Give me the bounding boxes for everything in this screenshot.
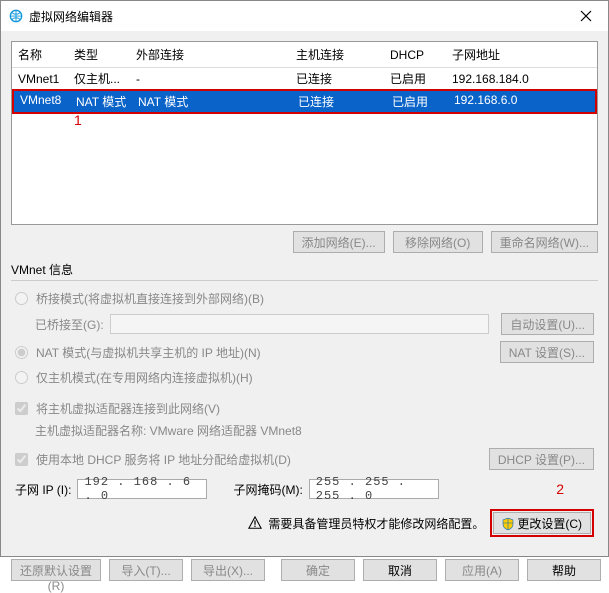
vmnet-info-title: VMnet 信息: [11, 261, 598, 278]
nat-radio[interactable]: [15, 346, 28, 359]
cell-ext: -: [130, 68, 290, 90]
vmnet-info-group: 桥接模式(将虚拟机直接连接到外部网络)(B) 已桥接至(G): 自动设置(U).…: [11, 280, 598, 505]
remove-network-button[interactable]: 移除网络(O): [393, 231, 483, 253]
table-header-row: 名称 类型 外部连接 主机连接 DHCP 子网地址: [12, 42, 597, 68]
cell-host: 已连接: [290, 68, 384, 90]
cell-subnet: 192.168.184.0: [446, 68, 597, 90]
dhcp-settings-button[interactable]: DHCP 设置(P)...: [489, 448, 594, 470]
connect-host-checkbox[interactable]: [15, 402, 28, 415]
annotation-box-2: 更改设置(C): [490, 509, 594, 537]
bridged-radio[interactable]: [15, 292, 28, 305]
annotation-1: 1: [74, 112, 82, 128]
close-button[interactable]: [564, 1, 608, 31]
cell-dhcp: 已启用: [386, 93, 448, 110]
cell-host: 已连接: [292, 93, 386, 110]
cancel-button[interactable]: 取消: [363, 559, 437, 581]
ok-button[interactable]: 确定: [281, 559, 355, 581]
bridged-to-select[interactable]: [110, 314, 490, 334]
annotation-2: 2: [556, 481, 564, 497]
bridged-label: 桥接模式(将虚拟机直接连接到外部网络)(B): [36, 290, 264, 307]
cell-name: VMnet1: [12, 68, 68, 90]
bridged-to-label: 已桥接至(G):: [35, 316, 104, 333]
cell-subnet: 192.168.6.0: [448, 93, 523, 110]
cell-ext: NAT 模式: [132, 93, 292, 110]
warning-icon: [248, 516, 262, 530]
use-dhcp-row: 使用本地 DHCP 服务将 IP 地址分配给虚拟机(D) DHCP 设置(P).…: [11, 445, 598, 473]
subnet-row: 子网 IP (I): 192 . 168 . 6 . 0 子网掩码(M): 25…: [11, 473, 598, 505]
hostonly-radio-row: 仅主机模式(在专用网络内连接虚拟机)(H): [11, 366, 598, 389]
cell-dhcp: 已启用: [384, 68, 446, 90]
subnet-mask-input[interactable]: 255 . 255 . 255 . 0: [309, 479, 439, 499]
col-name[interactable]: 名称: [12, 42, 68, 68]
bottom-button-row: 还原默认设置(R) 导入(T)... 导出(X)... 确定 取消 应用(A) …: [1, 553, 608, 591]
restore-defaults-button[interactable]: 还原默认设置(R): [11, 559, 101, 581]
col-dhcp[interactable]: DHCP: [384, 42, 446, 68]
use-dhcp-label: 使用本地 DHCP 服务将 IP 地址分配给虚拟机(D): [36, 451, 291, 468]
hostonly-label: 仅主机模式(在专用网络内连接虚拟机)(H): [36, 369, 253, 386]
table-row-selected[interactable]: VMnet8 NAT 模式 NAT 模式 已连接 已启用 192.168.6.0: [12, 89, 597, 114]
apply-button[interactable]: 应用(A): [445, 559, 519, 581]
nat-settings-button[interactable]: NAT 设置(S)...: [500, 341, 594, 363]
help-button[interactable]: 帮助: [527, 559, 601, 581]
connect-host-row: 将主机虚拟适配器连接到此网络(V): [11, 397, 598, 420]
col-type[interactable]: 类型: [68, 42, 130, 68]
annotation-box-1: VMnet8 NAT 模式 NAT 模式 已连接 已启用 192.168.6.0: [12, 89, 597, 114]
nat-radio-row: NAT 模式(与虚拟机共享主机的 IP 地址)(N) NAT 设置(S)...: [11, 338, 598, 366]
col-host[interactable]: 主机连接: [290, 42, 384, 68]
change-settings-button[interactable]: 更改设置(C): [493, 512, 591, 534]
subnet-ip-label: 子网 IP (I):: [15, 481, 71, 498]
add-network-button[interactable]: 添加网络(E)...: [293, 231, 385, 253]
network-buttons-row: 添加网络(E)... 移除网络(O) 重命名网络(W)...: [11, 225, 598, 259]
auto-settings-button[interactable]: 自动设置(U)...: [501, 313, 594, 335]
network-table[interactable]: 名称 类型 外部连接 主机连接 DHCP 子网地址 VMnet1 仅主机... …: [11, 41, 598, 225]
use-dhcp-checkbox[interactable]: [15, 453, 28, 466]
import-button[interactable]: 导入(T)...: [109, 559, 183, 581]
dialog-window: 虚拟网络编辑器 名称 类型 外部连接 主机连接 DHCP 子网地址: [0, 0, 609, 557]
col-ext[interactable]: 外部连接: [130, 42, 290, 68]
nat-label: NAT 模式(与虚拟机共享主机的 IP 地址)(N): [36, 344, 261, 361]
window-title: 虚拟网络编辑器: [29, 8, 564, 25]
hostonly-radio[interactable]: [15, 371, 28, 384]
cell-type: 仅主机...: [68, 68, 130, 90]
bridged-to-row: 已桥接至(G): 自动设置(U)...: [11, 310, 598, 338]
subnet-mask-label: 子网掩码(M):: [233, 481, 302, 498]
titlebar: 虚拟网络编辑器: [1, 1, 608, 31]
connect-host-label: 将主机虚拟适配器连接到此网络(V): [36, 400, 220, 417]
cell-type: NAT 模式: [70, 93, 132, 110]
bridged-radio-row: 桥接模式(将虚拟机直接连接到外部网络)(B): [11, 287, 598, 310]
close-icon: [580, 10, 592, 22]
cell-name: VMnet8: [14, 93, 70, 110]
rename-network-button[interactable]: 重命名网络(W)...: [491, 231, 598, 253]
content-area: 名称 类型 外部连接 主机连接 DHCP 子网地址 VMnet1 仅主机... …: [1, 31, 608, 553]
table-row[interactable]: VMnet1 仅主机... - 已连接 已启用 192.168.184.0: [12, 68, 597, 90]
shield-icon: [502, 518, 514, 530]
app-icon: [9, 9, 23, 23]
export-button[interactable]: 导出(X)...: [191, 559, 265, 581]
host-adapter-name: 主机虚拟适配器名称: VMware 网络适配器 VMnet8: [11, 420, 598, 445]
admin-warning-text: 需要具备管理员特权才能修改网络配置。: [268, 515, 484, 532]
change-settings-label: 更改设置(C): [517, 517, 582, 531]
admin-row: 需要具备管理员特权才能修改网络配置。 更改设置(C): [11, 505, 598, 545]
col-subnet[interactable]: 子网地址: [446, 42, 597, 68]
subnet-ip-input[interactable]: 192 . 168 . 6 . 0: [77, 479, 207, 499]
